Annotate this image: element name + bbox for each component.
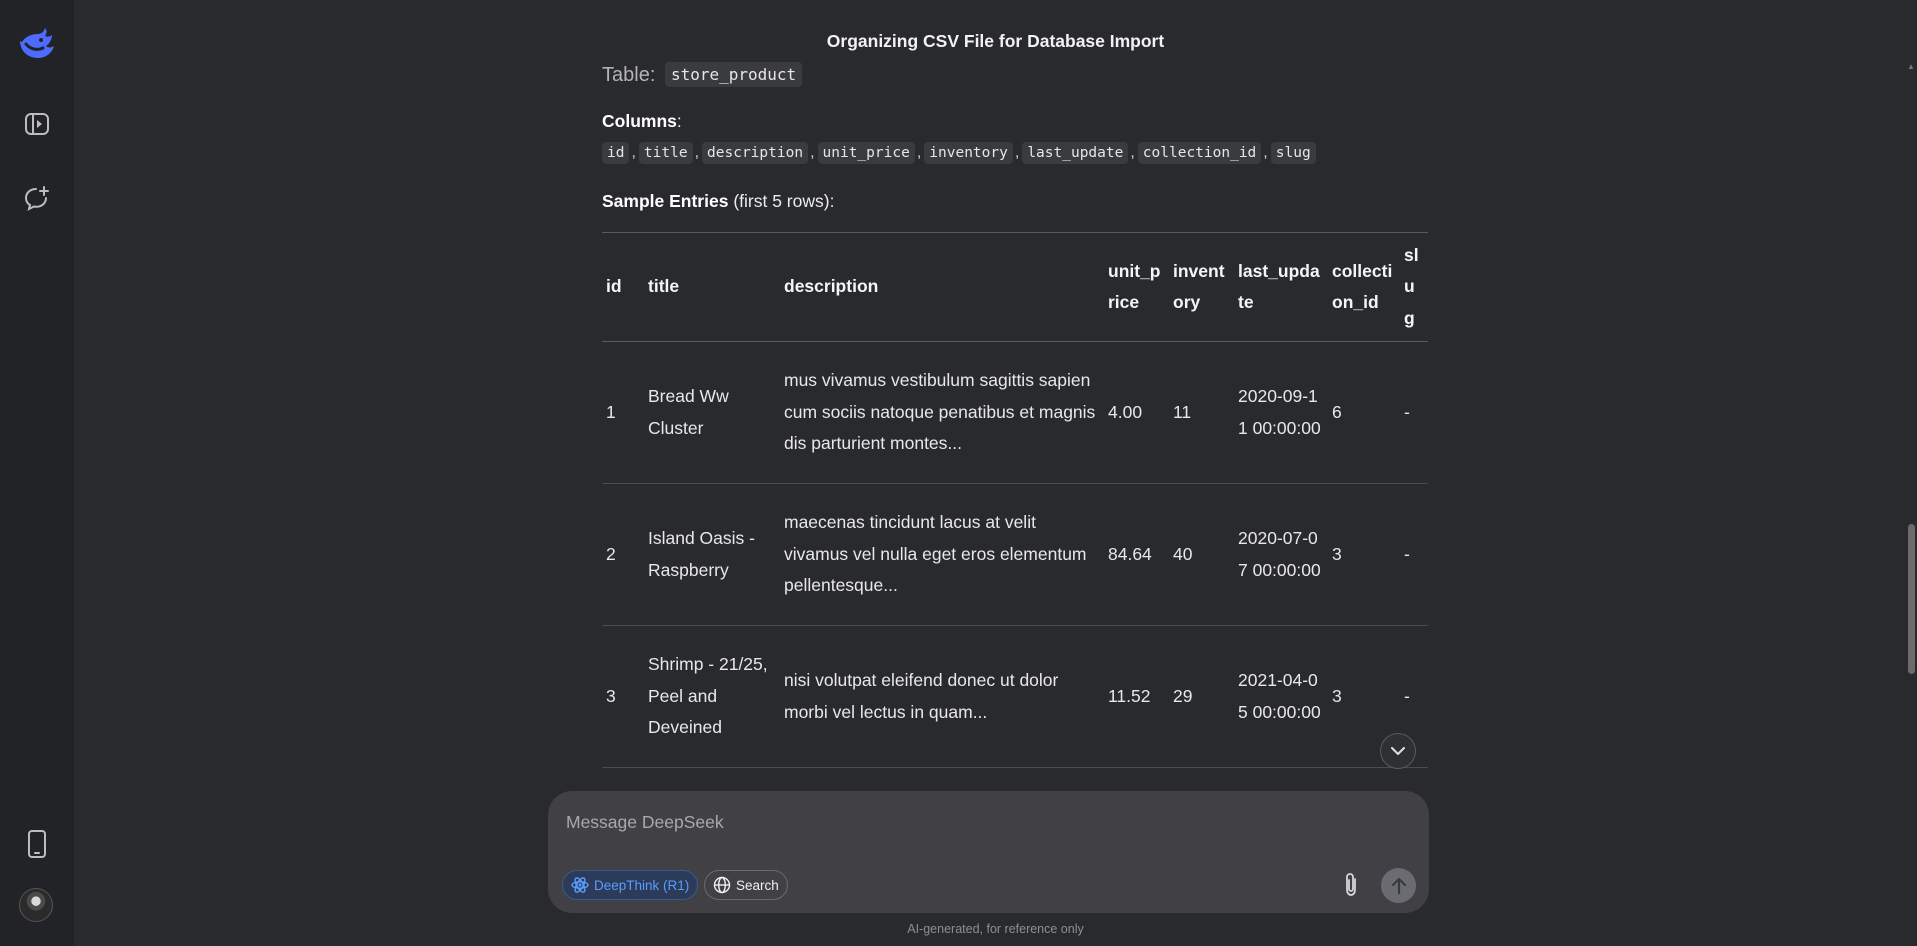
columns-heading-colon: :	[676, 111, 682, 131]
column-code: collection_id	[1137, 142, 1262, 164]
scrollbar-thumb[interactable]	[1908, 524, 1915, 674]
table-cell: -	[1404, 543, 1410, 564]
arrow-up-icon	[1391, 877, 1406, 894]
table-cell: Bread Ww Cluster	[648, 386, 729, 438]
page-title: Organizing CSV File for Database Import	[826, 31, 1165, 51]
table-name-code: store_product	[664, 62, 803, 87]
column-separator: ,	[1130, 144, 1135, 161]
table-cell: -	[1404, 401, 1410, 422]
atom-icon	[571, 877, 589, 893]
table-cell: 1	[606, 401, 616, 422]
column-code: slug	[1270, 142, 1316, 164]
column-separator: ,	[916, 144, 922, 161]
column-separator: ,	[1263, 144, 1268, 161]
table-cell	[1328, 768, 1400, 769]
deepthink-toggle[interactable]: DeepThink (R1)	[562, 870, 699, 900]
scrollbar[interactable]: ▲	[1906, 62, 1917, 938]
table-cell	[644, 768, 780, 769]
table-row: 1 Bread Ww Cluster mus vivamus vestibulum …	[602, 342, 1428, 484]
table-cell: 4.00	[1108, 401, 1143, 422]
ai-disclaimer: AI-generated, for reference only	[907, 922, 1084, 936]
paperclip-icon	[1346, 873, 1356, 896]
table-header-cell: collection_id	[1332, 260, 1393, 313]
avatar[interactable]	[19, 888, 53, 922]
table-cell	[1169, 768, 1234, 769]
column-separator: ,	[631, 144, 636, 161]
table-cell: 11	[1173, 401, 1192, 422]
scroll-up-arrow-icon[interactable]: ▲	[1907, 62, 1915, 71]
send-button[interactable]	[1381, 868, 1416, 903]
table-cell: 40	[1173, 543, 1193, 564]
table-body: 1 Bread Ww Cluster mus vivamus vestibulum …	[602, 342, 1428, 769]
table-cell: 2020-07-07 00:00:00	[1238, 528, 1321, 580]
table-cell	[602, 768, 644, 769]
deepthink-label: DeepThink (R1)	[594, 877, 690, 893]
table-cell: 11.52	[1108, 685, 1151, 706]
table-row: 3 Shrimp - 21/25, Peel and Deveined nisi v…	[602, 626, 1428, 768]
table-cell: 2020-	[1234, 768, 1328, 769]
deepseek-logo-icon[interactable]	[17, 24, 57, 64]
attach-file-button[interactable]	[1337, 871, 1365, 899]
table-header-cell: last_update	[1238, 260, 1320, 313]
table-cell: Island Oasis - Raspberry	[648, 528, 755, 580]
sample-entries-heading: Sample Entries (first 5 rows):	[602, 191, 834, 212]
table-cell: Shrimp - 21/25, Peel and Deveined	[648, 654, 768, 738]
columns-heading: Columns:	[602, 111, 682, 132]
search-toggle[interactable]: Search	[704, 870, 788, 900]
table-cell: 2	[606, 543, 616, 564]
table-row: 2 Island Oasis - Raspberry maecenas tincid…	[602, 484, 1428, 626]
search-label: Search	[736, 877, 779, 893]
table-cell: 3	[606, 685, 616, 706]
column-code: title	[638, 142, 693, 164]
table-header-cell: description	[784, 276, 879, 297]
table-cell	[1104, 768, 1169, 769]
column-code: inventory	[924, 142, 1013, 164]
table-label-text: Table:	[602, 64, 656, 86]
table-cell: 2021-04-05 00:00:00	[1238, 670, 1321, 722]
chevron-down-icon	[1391, 746, 1405, 755]
globe-icon	[713, 876, 731, 894]
column-separator: ,	[1014, 144, 1020, 161]
columns-list: id, title, description, unit_price, inventor…	[602, 142, 1316, 164]
sidebar-toggle-icon[interactable]	[17, 104, 57, 144]
sample-heading-suffix: (first 5 rows):	[728, 191, 835, 211]
table-cell: 6	[1332, 401, 1342, 422]
table-cell: mus vivamus vestibulum sagittis sapien c…	[784, 370, 1096, 454]
table-header-cell: id	[606, 276, 622, 297]
message-composer: DeepThink (R1) Search	[548, 791, 1429, 913]
table-cell: 2020-09-11 00:00:00	[1238, 386, 1321, 438]
scroll-to-bottom-button[interactable]	[1380, 733, 1416, 769]
table-header-cell: slug	[1404, 244, 1419, 328]
column-separator: ,	[694, 144, 700, 161]
table-header-cell: inventory	[1173, 260, 1225, 313]
column-code: last_update	[1022, 142, 1129, 164]
table-cell: 3	[1332, 543, 1342, 564]
sample-heading-bold: Sample Entries	[602, 191, 729, 211]
mobile-app-icon[interactable]	[17, 824, 57, 864]
table-header-cell: title	[648, 276, 680, 297]
table-cell: nisi volutpat eleifend donec ut dolor mo…	[784, 670, 1059, 722]
sample-table: id title description unit_price inventory las…	[602, 232, 1428, 768]
column-code: description	[702, 142, 809, 164]
assistant-message: Table: store_product Columns: id, title, d…	[602, 62, 1428, 768]
table-header-row: id title description unit_price inventory las…	[602, 232, 1428, 342]
table-row: 2020-	[602, 768, 1428, 769]
columns-heading-text: Columns	[602, 111, 677, 131]
column-separator: ,	[810, 144, 815, 161]
new-chat-icon[interactable]	[17, 178, 57, 218]
column-code: id	[602, 142, 630, 164]
table-header-cell: unit_price	[1108, 260, 1161, 313]
column-code: unit_price	[817, 142, 915, 164]
table-cell: maecenas tincidunt lacus at velit vivamu…	[784, 512, 1087, 596]
table-cell: 29	[1173, 685, 1193, 706]
table-cell	[780, 768, 1104, 769]
sidebar	[0, 0, 74, 946]
message-input[interactable]	[564, 805, 1408, 839]
table-label: Table: store_product	[602, 62, 803, 87]
table-cell: 84.64	[1108, 543, 1152, 564]
